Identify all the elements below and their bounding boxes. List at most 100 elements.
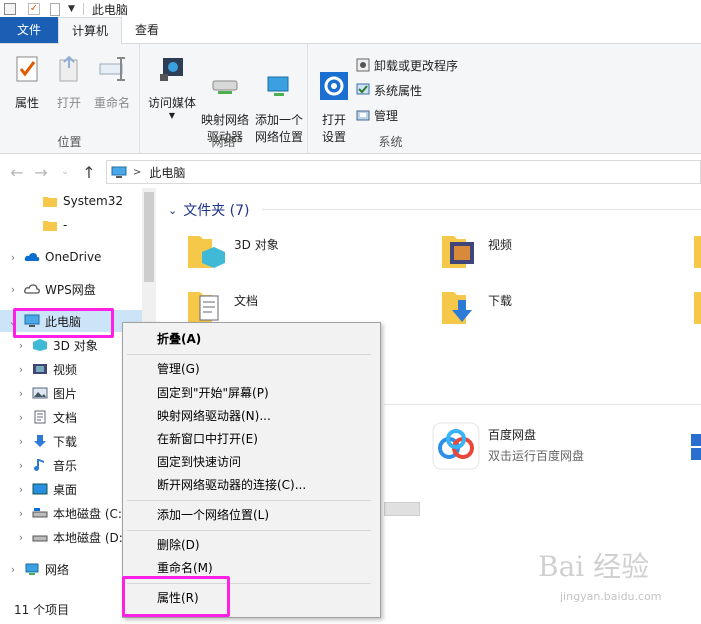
- expand-chevron-icon[interactable]: ›: [16, 507, 26, 520]
- nav-item-videos[interactable]: › 视频: [0, 358, 77, 380]
- manage-button[interactable]: 管理: [356, 104, 398, 126]
- menu-item-add-network-location[interactable]: 添加一个网络位置(L): [157, 504, 269, 527]
- uninstall-button[interactable]: 卸载或更改程序: [356, 54, 458, 76]
- ribbon: 属性 打开 重命名 位置 访问媒体 ▼ 映射网络 驱动器 添加一个 网络位置 网…: [0, 44, 701, 154]
- folder-tile-downloads[interactable]: 下载: [440, 286, 512, 326]
- nav-item-wps[interactable]: › WPS网盘: [0, 278, 96, 300]
- divider: [384, 404, 701, 405]
- group-location-label: 位置: [57, 135, 82, 149]
- folder-name: 视频: [488, 238, 513, 252]
- collapse-chevron-icon[interactable]: ⌄: [168, 204, 177, 217]
- dropdown-arrow-icon: ▼: [168, 111, 176, 120]
- expand-chevron-icon[interactable]: ›: [16, 435, 26, 448]
- baidu-netdisk-tile[interactable]: 百度网盘 双击运行百度网盘: [432, 422, 584, 470]
- rename-button[interactable]: 重命名: [90, 54, 134, 112]
- nav-item-system32[interactable]: System32: [0, 190, 123, 212]
- breadcrumb-separator-icon[interactable]: >: [133, 167, 141, 178]
- up-arrow-icon[interactable]: ↑: [82, 163, 96, 182]
- open-button[interactable]: 打开: [52, 54, 86, 112]
- customize-quick-access-icon[interactable]: ▼: [68, 4, 75, 14]
- access-media-button[interactable]: 访问媒体 ▼: [146, 54, 198, 120]
- document-icon: [34, 410, 46, 424]
- nav-item-network[interactable]: › 网络: [0, 558, 69, 580]
- nav-item-label: 下载: [53, 434, 78, 449]
- cube-icon: [33, 339, 47, 351]
- expand-chevron-icon[interactable]: ›: [16, 339, 26, 352]
- menu-item-manage[interactable]: 管理(G): [157, 358, 200, 381]
- open-icon: [59, 55, 78, 82]
- breadcrumb-this-pc[interactable]: 此电脑: [149, 164, 185, 181]
- menu-item-map-drive[interactable]: 映射网络驱动器(N)...: [157, 405, 271, 428]
- baidu-watermark-url: jingyan.baidu.com: [560, 590, 662, 603]
- menu-item-pin-start[interactable]: 固定到"开始"屏幕(P): [157, 382, 269, 405]
- uninstall-label: 卸载或更改程序: [374, 58, 459, 73]
- nav-item-label: WPS网盘: [45, 282, 96, 297]
- menu-item-pin-quick-access[interactable]: 固定到快速访问: [157, 451, 241, 474]
- expand-chevron-icon[interactable]: ›: [8, 563, 18, 576]
- nav-item-desktop[interactable]: › 桌面: [0, 478, 77, 500]
- address-bar[interactable]: > 此电脑: [106, 160, 701, 184]
- folder-tile-3d-objects[interactable]: 3D 对象: [186, 230, 279, 270]
- download-arrow-icon: [34, 435, 46, 447]
- menu-item-disconnect-drive[interactable]: 断开网络驱动器的连接(C)...: [157, 474, 306, 497]
- scroll-thumb[interactable]: [144, 192, 154, 282]
- expand-chevron-icon[interactable]: ›: [16, 387, 26, 400]
- nav-item-drive-d[interactable]: › 本地磁盘 (D:: [0, 526, 123, 548]
- properties-highlight-box: [122, 576, 230, 617]
- nav-item-label: 视频: [53, 362, 78, 377]
- expand-chevron-icon[interactable]: ›: [8, 251, 18, 264]
- drive-usage-bar: [384, 502, 420, 516]
- nav-item-documents[interactable]: › 文档: [0, 406, 77, 428]
- expand-chevron-icon[interactable]: ›: [16, 411, 26, 424]
- tab-computer[interactable]: 计算机: [58, 17, 123, 44]
- group-location: 属性 打开 重命名 位置: [0, 44, 140, 154]
- tab-file[interactable]: 文件: [0, 17, 58, 43]
- access-media-label: 访问媒体: [147, 96, 196, 110]
- recent-dropdown-icon[interactable]: ⌄: [58, 167, 72, 177]
- nav-item-folder[interactable]: -: [0, 214, 67, 236]
- properties-quick-icon[interactable]: ✓: [28, 3, 40, 15]
- expand-chevron-icon[interactable]: ›: [16, 363, 26, 376]
- system-properties-button[interactable]: 系统属性: [356, 79, 422, 101]
- nav-item-drive-c[interactable]: › 本地磁盘 (C:: [0, 502, 122, 524]
- folder-tile-documents[interactable]: 文档: [186, 286, 258, 326]
- properties-button[interactable]: 属性: [8, 54, 46, 112]
- cloud-icon: [24, 253, 40, 261]
- folders-section-header[interactable]: ⌄ 文件夹 (7): [168, 200, 250, 220]
- nav-item-music[interactable]: › 音乐: [0, 454, 77, 476]
- baidu-watermark: Bai 经验: [538, 550, 650, 583]
- menu-item-delete[interactable]: 删除(D): [157, 534, 200, 557]
- nav-item-label: -: [63, 218, 68, 232]
- baidu-netdisk-icon: [432, 422, 480, 470]
- expand-chevron-icon[interactable]: ›: [16, 483, 26, 496]
- nav-item-pictures[interactable]: › 图片: [0, 382, 77, 404]
- picture-icon: [32, 387, 48, 399]
- back-arrow-icon[interactable]: ←: [10, 163, 24, 182]
- nav-item-onedrive[interactable]: › OneDrive: [0, 246, 102, 268]
- menu-item-open-new-window[interactable]: 在新窗口中打开(E): [157, 428, 258, 451]
- folder-icon[interactable]: [694, 230, 701, 270]
- folder-icon[interactable]: [694, 286, 701, 326]
- download-folder-icon: [442, 292, 472, 324]
- pc-icon: [4, 3, 16, 15]
- pc-icon: [111, 166, 127, 178]
- nav-item-label: 本地磁盘 (C:: [53, 506, 122, 521]
- folder-tile-videos[interactable]: 视频: [440, 230, 512, 270]
- expand-chevron-icon[interactable]: ›: [8, 283, 18, 296]
- nav-item-label: OneDrive: [45, 250, 102, 264]
- nav-item-downloads[interactable]: › 下载: [0, 430, 77, 452]
- expand-chevron-icon[interactable]: ›: [16, 531, 26, 544]
- menu-item-collapse[interactable]: 折叠(A): [157, 328, 201, 351]
- menu-divider: [127, 530, 371, 531]
- open-label: 打开: [56, 96, 81, 110]
- video-icon: [33, 364, 47, 374]
- add-location-icon: [267, 76, 289, 96]
- tab-view[interactable]: 查看: [122, 17, 172, 43]
- forward-arrow-icon[interactable]: →: [34, 163, 48, 182]
- new-folder-quick-icon[interactable]: [50, 2, 60, 16]
- window-title: 此电脑: [91, 2, 128, 17]
- windows-logo-icon[interactable]: [691, 434, 701, 464]
- nav-item-label: 网络: [45, 562, 70, 577]
- folders-header-label: 文件夹 (7): [183, 203, 250, 219]
- expand-chevron-icon[interactable]: ›: [16, 459, 26, 472]
